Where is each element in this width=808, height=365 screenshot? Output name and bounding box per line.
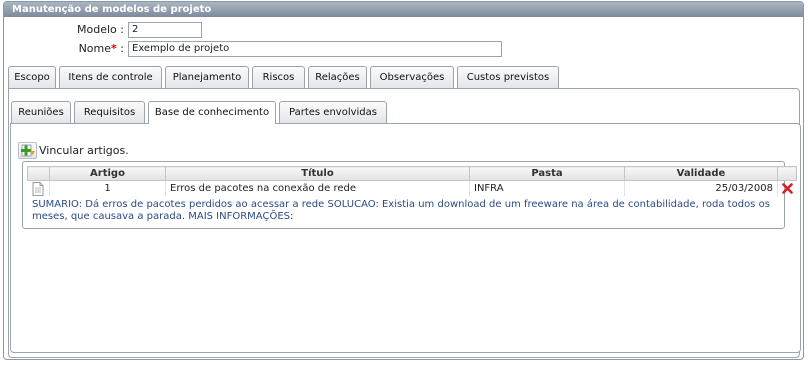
col-delete-header	[777, 166, 797, 181]
articles-table: Artigo Título Pasta Validade 1 Erros de …	[27, 166, 797, 196]
tab-itens-de-controle[interactable]: Itens de controle	[59, 66, 162, 88]
link-articles-label[interactable]: Vincular artigos.	[39, 144, 129, 157]
tab-requisitos[interactable]: Requisitos	[74, 101, 145, 123]
project-template-window: Manutenção de modelos de projeto Modelo …	[3, 1, 804, 360]
base-conhecimento-panel: Vincular artigos. Artigo Título Pasta Va…	[10, 123, 801, 353]
tab-observacoes[interactable]: Observações	[370, 66, 454, 88]
col-titulo-header[interactable]: Título	[165, 166, 470, 181]
tab-planejamento[interactable]: Planejamento	[165, 66, 249, 88]
delete-icon[interactable]	[781, 182, 793, 194]
nome-field[interactable]: Exemplo de projeto	[128, 41, 502, 57]
window-title: Manutenção de modelos de projeto	[4, 2, 803, 17]
tab-partes-envolvidas[interactable]: Partes envolvidas	[279, 101, 387, 123]
tab-riscos[interactable]: Riscos	[252, 66, 305, 88]
col-icon-header	[27, 166, 50, 181]
modelo-label: Modelo :	[77, 23, 124, 36]
nome-colon: :	[116, 42, 124, 55]
tab-custos-previstos[interactable]: Custos previstos	[457, 66, 559, 88]
add-article-icon	[21, 144, 35, 157]
table-row[interactable]: 1 Erros de pacotes na conexão de rede IN…	[28, 180, 797, 197]
col-artigo-header[interactable]: Artigo	[49, 166, 166, 181]
tab-base-de-conhecimento[interactable]: Base de conhecimento	[148, 101, 276, 124]
cell-artigo: 1	[49, 180, 166, 196]
nome-label-text: Nome	[78, 42, 112, 55]
col-validade-header[interactable]: Validade	[624, 166, 778, 181]
cell-validade: 25/03/2008	[624, 180, 778, 196]
nome-row: Nome* : Exemplo de projeto	[4, 41, 504, 57]
tab-reunioes[interactable]: Reuniões	[11, 101, 71, 123]
row-icon-cell[interactable]	[28, 181, 50, 197]
modelo-row: Modelo : 2	[4, 22, 304, 38]
modelo-field[interactable]: 2	[128, 22, 202, 38]
document-icon[interactable]	[32, 181, 44, 196]
articles-grid: Artigo Título Pasta Validade 1 Erros de …	[22, 161, 797, 229]
tab-escopo[interactable]: Escopo	[8, 66, 56, 88]
nome-label: Nome* :	[4, 42, 124, 55]
cell-titulo: Erros de pacotes na conexão de rede	[165, 180, 470, 196]
add-article-button[interactable]	[18, 142, 37, 159]
table-header-row: Artigo Título Pasta Validade	[27, 166, 797, 181]
cell-pasta: INFRA	[469, 180, 625, 196]
tab-relacoes[interactable]: Relações	[308, 66, 367, 88]
article-summary: SUMARIO: Dá erros de pacotes perdidos ao…	[32, 199, 770, 222]
col-pasta-header[interactable]: Pasta	[469, 166, 625, 181]
row-delete-cell[interactable]	[777, 180, 797, 196]
